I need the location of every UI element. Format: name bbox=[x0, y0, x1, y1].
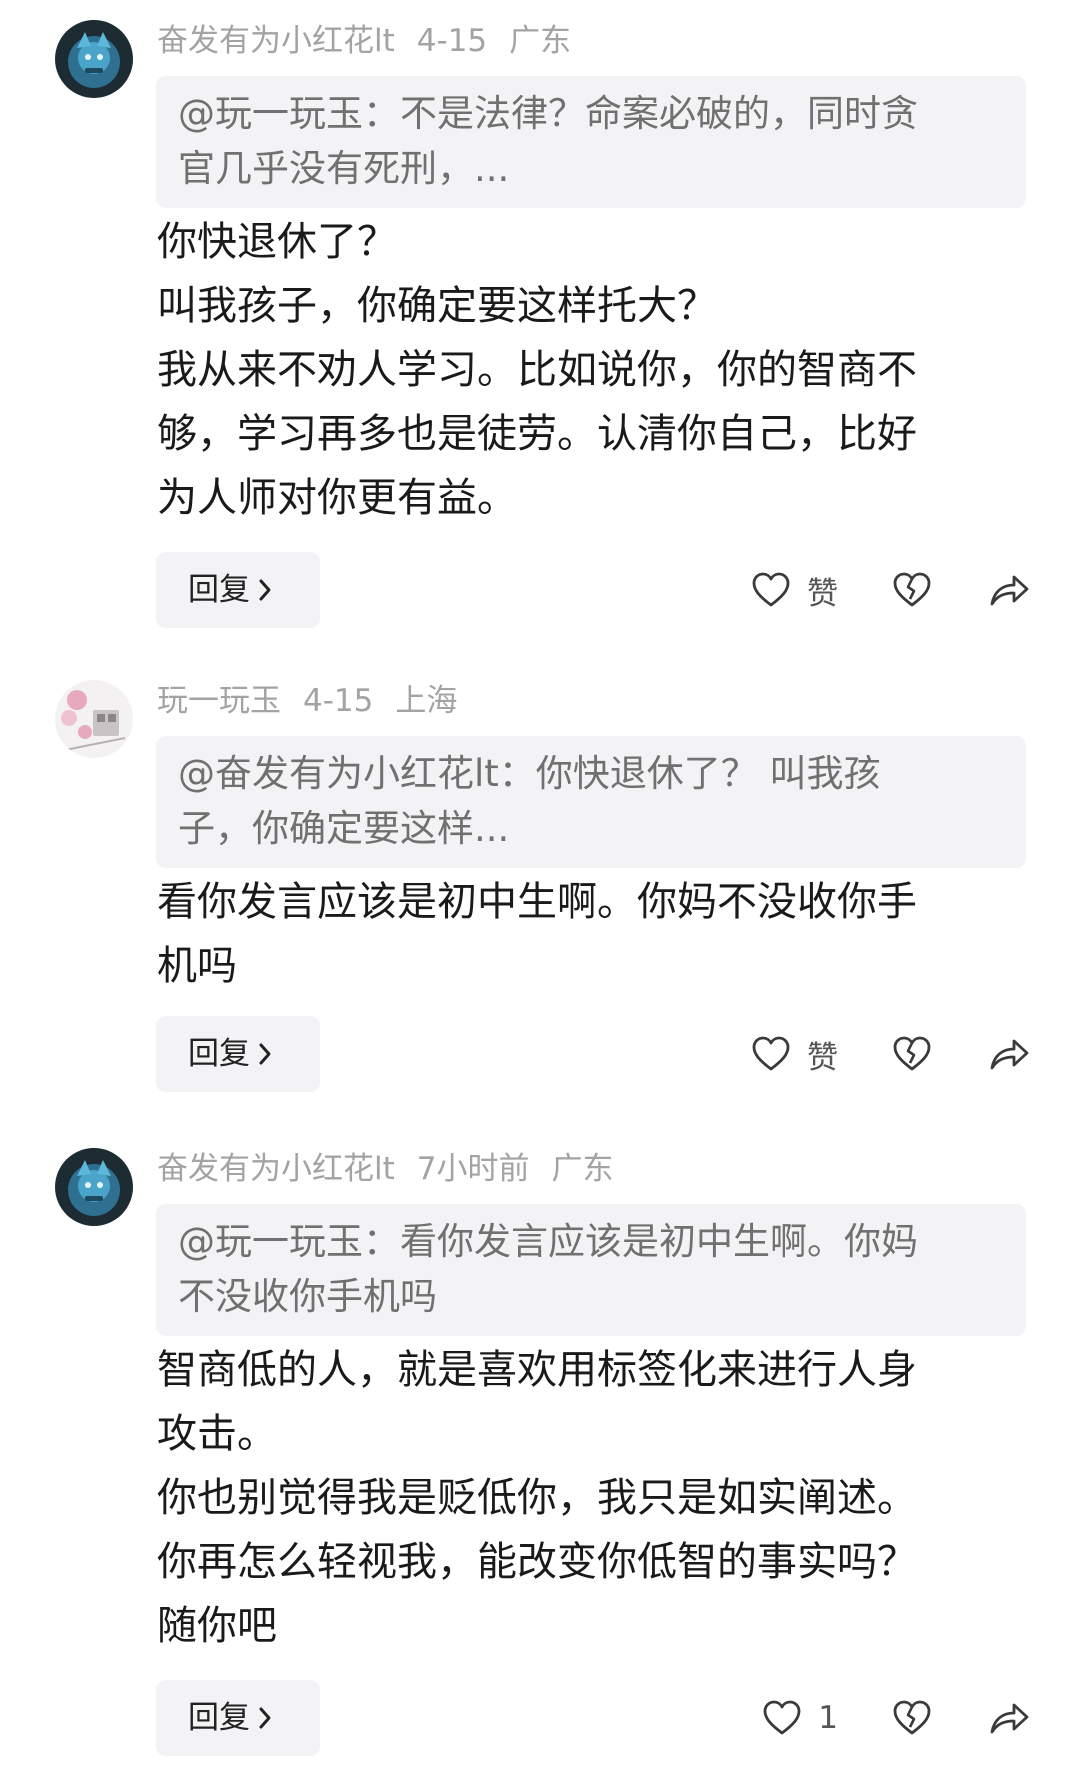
quote-line: @玩一玩玉：不是法律？命案必破的，同时贪 bbox=[178, 92, 918, 135]
quote-line: @奋发有为小红花lt：你快退休了？ 叫我孩 bbox=[178, 752, 881, 795]
reply-label: 回复 bbox=[188, 1700, 250, 1736]
comment-body: 看你发言应该是初中生啊。你妈不没收你手 机吗 bbox=[157, 870, 1027, 998]
like-count: 1 bbox=[818, 1700, 838, 1736]
share-button[interactable] bbox=[988, 572, 1030, 608]
dragon-avatar-icon bbox=[55, 20, 133, 98]
reply-label: 回复 bbox=[188, 572, 250, 608]
quoted-reply[interactable]: @奋发有为小红花lt：你快退休了？ 叫我孩 子，你确定要这样... bbox=[156, 736, 1026, 868]
share-arrow-icon bbox=[988, 1036, 1030, 1072]
broken-heart-icon bbox=[892, 1036, 932, 1072]
comment-location: 上海 bbox=[395, 683, 458, 719]
comment-line: 为人师对你更有益。 bbox=[157, 475, 517, 521]
quote-line: 子，你确定要这样... bbox=[178, 807, 510, 850]
avatar[interactable] bbox=[55, 20, 133, 98]
author-name[interactable]: 奋发有为小红花lt bbox=[157, 23, 395, 59]
like-button[interactable]: 赞 bbox=[751, 568, 838, 613]
like-label: 赞 bbox=[807, 575, 838, 612]
heart-outline-icon bbox=[762, 1700, 802, 1736]
comment-meta: 奋发有为小红花lt 7小时前 广东 bbox=[157, 1148, 636, 1190]
comment-meta: 玩一玩玉 4-15 上海 bbox=[157, 680, 479, 722]
reply-button[interactable]: 回复 bbox=[156, 1016, 320, 1092]
heart-outline-icon bbox=[751, 572, 791, 608]
comment-body: 你快退休了？ 叫我孩子，你确定要这样托大？ 我从来不劝人学习。比如说你，你的智商… bbox=[157, 210, 1027, 530]
comment-line: 智商低的人，就是喜欢用标签化来进行人身 bbox=[157, 1347, 917, 1393]
blossom-avatar-icon bbox=[55, 680, 133, 758]
comment-line: 你也别觉得我是贬低你，我只是如实阐述。 bbox=[157, 1475, 917, 1521]
comment-location: 广东 bbox=[509, 23, 572, 59]
chevron-right-icon bbox=[258, 1018, 272, 1094]
reply-button[interactable]: 回复 bbox=[156, 552, 320, 628]
heart-outline-icon bbox=[751, 1036, 791, 1072]
comment-line: 你再怎么轻视我，能改变你低智的事实吗？ bbox=[157, 1539, 917, 1585]
share-button[interactable] bbox=[988, 1036, 1030, 1072]
comment-actions: 1 bbox=[762, 1680, 1030, 1756]
comment-line: 看你发言应该是初中生啊。你妈不没收你手 bbox=[157, 879, 917, 925]
share-arrow-icon bbox=[988, 1700, 1030, 1736]
chevron-right-icon bbox=[258, 1682, 272, 1758]
share-arrow-icon bbox=[988, 572, 1030, 608]
dislike-button[interactable] bbox=[892, 572, 932, 608]
comment-line: 够，学习再多也是徒劳。认清你自己，比好 bbox=[157, 411, 917, 457]
comment-line: 机吗 bbox=[157, 943, 237, 989]
quoted-reply[interactable]: @玩一玩玉：不是法律？命案必破的，同时贪 官几乎没有死刑，... bbox=[156, 76, 1026, 208]
comment-date: 7小时前 bbox=[416, 1151, 530, 1187]
quote-line: 不没收你手机吗 bbox=[178, 1275, 437, 1318]
share-button[interactable] bbox=[988, 1700, 1030, 1736]
comment-meta: 奋发有为小红花lt 4-15 广东 bbox=[157, 20, 593, 62]
author-name[interactable]: 玩一玩玉 bbox=[157, 683, 281, 719]
dislike-button[interactable] bbox=[892, 1700, 932, 1736]
like-button[interactable]: 赞 bbox=[751, 1032, 838, 1077]
comment-line: 攻击。 bbox=[157, 1411, 277, 1457]
comment-line: 随你吧 bbox=[157, 1603, 277, 1649]
reply-button[interactable]: 回复 bbox=[156, 1680, 320, 1756]
comment-line: 叫我孩子，你确定要这样托大？ bbox=[157, 283, 717, 329]
dragon-avatar-icon bbox=[55, 1148, 133, 1226]
avatar[interactable] bbox=[55, 1148, 133, 1226]
like-button[interactable]: 1 bbox=[762, 1700, 838, 1736]
quote-line: 官几乎没有死刑，... bbox=[178, 147, 510, 190]
comment-actions: 赞 bbox=[751, 1016, 1030, 1092]
dislike-button[interactable] bbox=[892, 1036, 932, 1072]
quoted-reply[interactable]: @玩一玩玉：看你发言应该是初中生啊。你妈 不没收你手机吗 bbox=[156, 1204, 1026, 1336]
chevron-right-icon bbox=[258, 554, 272, 630]
comment-actions: 赞 bbox=[751, 552, 1030, 628]
avatar[interactable] bbox=[55, 680, 133, 758]
broken-heart-icon bbox=[892, 1700, 932, 1736]
quote-line: @玩一玩玉：看你发言应该是初中生啊。你妈 bbox=[178, 1220, 918, 1263]
author-name[interactable]: 奋发有为小红花lt bbox=[157, 1151, 395, 1187]
comment-line: 我从来不劝人学习。比如说你，你的智商不 bbox=[157, 347, 917, 393]
comment-body: 智商低的人，就是喜欢用标签化来进行人身 攻击。 你也别觉得我是贬低你，我只是如实… bbox=[157, 1338, 1027, 1658]
comment-date: 4-15 bbox=[416, 23, 488, 59]
comment-line: 你快退休了？ bbox=[157, 219, 397, 265]
comment-date: 4-15 bbox=[303, 683, 374, 719]
reply-label: 回复 bbox=[188, 1036, 250, 1072]
comment-location: 广东 bbox=[551, 1151, 614, 1187]
like-label: 赞 bbox=[807, 1039, 838, 1076]
broken-heart-icon bbox=[892, 572, 932, 608]
